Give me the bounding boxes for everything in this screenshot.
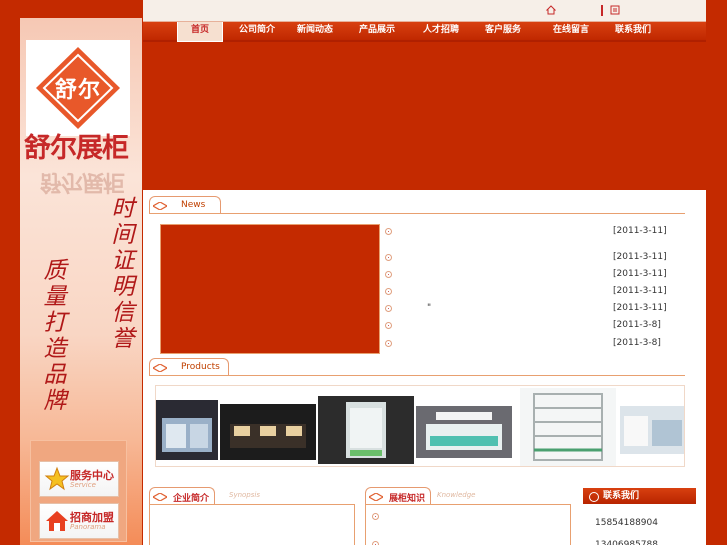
bullet-icon bbox=[385, 288, 392, 295]
diamond-icon bbox=[153, 202, 167, 210]
bullet-icon bbox=[385, 322, 392, 329]
news-section-header: News bbox=[143, 196, 273, 214]
product-image[interactable] bbox=[620, 406, 685, 454]
knowledge-item[interactable] bbox=[372, 539, 562, 545]
nav-jobs[interactable]: 人才招聘 bbox=[417, 22, 465, 42]
products-label: Products bbox=[181, 362, 220, 372]
news-item[interactable]: [2011-3-11] bbox=[385, 286, 715, 298]
favorite-icon[interactable] bbox=[610, 5, 620, 15]
franchise-button[interactable]: 招商加盟 Panorama bbox=[39, 503, 119, 539]
service-center-sub: Service bbox=[70, 480, 96, 489]
bullet-icon bbox=[385, 254, 392, 261]
news-item[interactable]: [2011-3-8] bbox=[385, 320, 715, 332]
news-item[interactable]: [2011-3-11] bbox=[385, 269, 715, 281]
sidebar-buttons: 服务中心 Service 招商加盟 Panorama bbox=[30, 440, 127, 542]
contact-phone-1: 15854188904 bbox=[595, 518, 658, 528]
section-line bbox=[149, 213, 685, 214]
home-icon[interactable] bbox=[546, 5, 556, 15]
divider bbox=[601, 5, 603, 16]
intro-text bbox=[152, 507, 354, 523]
news-item[interactable]: [2011-3-11] bbox=[385, 226, 715, 238]
knowledge-sub: Knowledge bbox=[437, 491, 476, 499]
contact-header: 联系我们 bbox=[583, 488, 696, 504]
news-date: [2011-3-11] bbox=[613, 286, 667, 296]
product-image[interactable] bbox=[416, 406, 512, 458]
main-nav: 首页 公司简介 新闻动态 产品展示 人才招聘 客户服务 在线留言 联系我们 bbox=[143, 22, 706, 42]
knowledge-section-header: 展柜知识 Knowledge bbox=[359, 487, 499, 505]
logo-text: 舒尔 bbox=[54, 77, 101, 103]
intro-label: 企业简介 bbox=[173, 494, 210, 504]
bullet-icon bbox=[372, 541, 379, 545]
product-image[interactable] bbox=[318, 396, 414, 464]
banner bbox=[143, 44, 706, 190]
diamond-icon bbox=[369, 493, 383, 501]
products-carousel bbox=[155, 385, 685, 467]
logo[interactable]: 舒尔 bbox=[26, 40, 130, 136]
bullet-icon bbox=[385, 228, 392, 235]
bullet-icon bbox=[385, 305, 392, 312]
product-image[interactable] bbox=[220, 404, 316, 460]
nav-about[interactable]: 公司简介 bbox=[233, 22, 281, 42]
knowledge-box bbox=[365, 504, 571, 545]
contact-phone-2: 13406985788 bbox=[595, 540, 658, 545]
news-date: [2011-3-8] bbox=[613, 338, 661, 348]
top-bar bbox=[143, 0, 706, 22]
nav-customer-service[interactable]: 客户服务 bbox=[479, 22, 527, 42]
nav-home[interactable]: 首页 bbox=[177, 22, 223, 42]
main-content: News [2011-3-11] [2011-3-11] [2011-3-11]… bbox=[143, 190, 706, 545]
slogan-quality: 质量打造品牌 bbox=[43, 258, 67, 414]
news-image[interactable] bbox=[160, 224, 380, 354]
brand-name: 舒尔展柜 bbox=[24, 133, 129, 164]
service-center-label: 服务中心 bbox=[70, 468, 114, 482]
diamond-icon bbox=[153, 493, 167, 501]
news-date: [2011-3-11] bbox=[613, 252, 667, 262]
news-title[interactable]: " bbox=[427, 303, 431, 313]
nav-contact[interactable]: 联系我们 bbox=[609, 22, 657, 42]
news-item[interactable]: [2011-3-11] bbox=[385, 252, 715, 264]
news-date: [2011-3-11] bbox=[613, 303, 667, 313]
products-section-header: Products bbox=[143, 358, 273, 376]
intro-section-header: 企业简介 Synopsis bbox=[143, 487, 283, 505]
house-icon bbox=[46, 511, 68, 531]
knowledge-item[interactable] bbox=[372, 511, 562, 523]
intro-box bbox=[149, 504, 355, 545]
left-sidebar: 舒尔 舒尔展柜 舒尔展柜 时间证明信誉 质量打造品牌 服务中心 Service … bbox=[20, 18, 142, 545]
bullet-icon bbox=[385, 340, 392, 347]
news-date: [2011-3-8] bbox=[613, 320, 661, 330]
news-item[interactable]: " [2011-3-11] bbox=[385, 303, 715, 315]
bullet-icon bbox=[385, 271, 392, 278]
knowledge-label: 展柜知识 bbox=[389, 494, 426, 504]
star-icon bbox=[44, 466, 70, 491]
franchise-sub: Panorama bbox=[70, 522, 106, 531]
nav-guestbook[interactable]: 在线留言 bbox=[547, 22, 595, 42]
bullet-icon bbox=[372, 513, 379, 520]
slogan-reputation: 时间证明信誉 bbox=[111, 196, 135, 352]
nav-news[interactable]: 新闻动态 bbox=[291, 22, 339, 42]
service-center-button[interactable]: 服务中心 Service bbox=[39, 461, 119, 497]
news-date: [2011-3-11] bbox=[613, 226, 667, 236]
diamond-icon bbox=[153, 364, 167, 372]
news-item[interactable]: [2011-3-8] bbox=[385, 338, 715, 350]
product-image[interactable] bbox=[520, 388, 616, 466]
intro-sub: Synopsis bbox=[229, 491, 260, 499]
product-image[interactable] bbox=[156, 400, 218, 460]
news-label: News bbox=[181, 200, 206, 210]
nav-products[interactable]: 产品展示 bbox=[353, 22, 401, 42]
news-date: [2011-3-11] bbox=[613, 269, 667, 279]
franchise-label: 招商加盟 bbox=[70, 510, 114, 524]
section-line bbox=[149, 375, 685, 376]
